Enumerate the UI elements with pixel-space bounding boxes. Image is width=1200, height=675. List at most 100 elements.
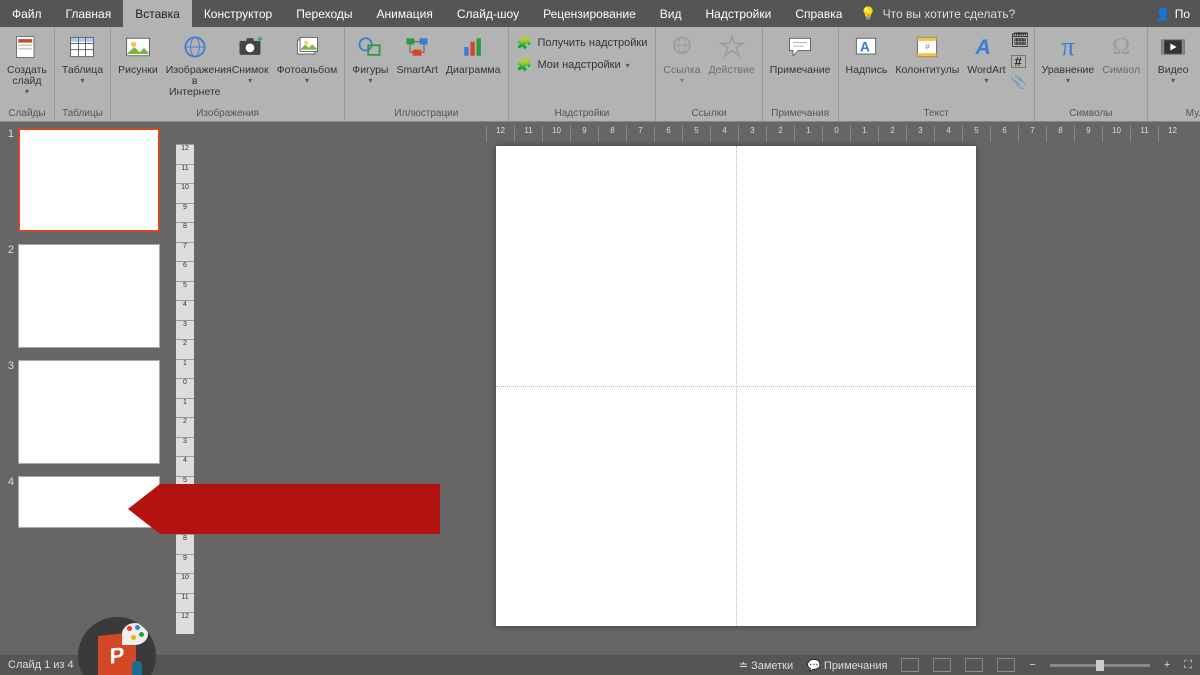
shapes-icon xyxy=(354,31,386,63)
thumb-number: 4 xyxy=(4,476,14,528)
object-icon[interactable]: 📎 xyxy=(1011,74,1030,90)
tab-insert[interactable]: Вставка xyxy=(123,0,192,27)
photo-album-label: Фотоальбом xyxy=(277,65,338,76)
shapes-button[interactable]: Фигуры ▾ xyxy=(349,29,391,87)
tab-animations[interactable]: Анимация xyxy=(365,0,445,27)
wordart-button[interactable]: A WordArt ▾ xyxy=(964,29,1008,87)
header-footer-button[interactable]: # Колонтитулы xyxy=(892,29,962,78)
view-normal-button[interactable] xyxy=(901,658,919,672)
tab-review[interactable]: Рецензирование xyxy=(531,0,648,27)
get-addins-label: Получить надстройки xyxy=(538,37,648,49)
slide-thumbnails: 1 2 3 4 xyxy=(0,122,168,655)
notes-button[interactable]: ≐ Заметки xyxy=(739,659,793,672)
equation-icon: π xyxy=(1052,31,1084,63)
tab-view[interactable]: Вид xyxy=(648,0,694,27)
new-slide-icon xyxy=(11,31,43,63)
palette-icon xyxy=(122,623,148,645)
tab-slideshow[interactable]: Слайд-шоу xyxy=(445,0,531,27)
link-label: Ссылка xyxy=(663,65,700,76)
group-illustrations: Фигуры ▾ SmartArt Диаграмма Иллюстрации xyxy=(345,27,508,121)
fit-to-window-button[interactable]: ⛶ xyxy=(1184,659,1192,672)
online-pictures-icon xyxy=(179,31,211,63)
equation-button[interactable]: π Уравнение ▾ xyxy=(1039,29,1098,87)
horizontal-ruler: 1211109876543210123456789101112 xyxy=(486,126,1186,142)
video-icon xyxy=(1157,31,1189,63)
table-button[interactable]: Таблица ▾ xyxy=(59,29,106,87)
tell-me-search[interactable]: 💡 Что вы хотите сделать? xyxy=(860,0,1015,27)
zoom-slider[interactable] xyxy=(1050,664,1150,667)
pictures-icon xyxy=(122,31,154,63)
canvas-area[interactable]: 1211109876543210123456789101112 xyxy=(196,122,1200,655)
action-icon xyxy=(716,31,748,63)
online-pictures-button[interactable]: Изображения в Интернете xyxy=(163,29,227,100)
tab-file[interactable]: Файл xyxy=(0,0,54,27)
slide-number-icon[interactable]: # xyxy=(1011,55,1026,68)
group-links-label: Ссылки xyxy=(660,107,757,121)
tab-addins[interactable]: Надстройки xyxy=(693,0,783,27)
chart-label: Диаграмма xyxy=(446,65,501,76)
video-button[interactable]: Видео ▾ xyxy=(1152,29,1194,87)
chart-button[interactable]: Диаграмма xyxy=(443,29,504,78)
group-symbols: π Уравнение ▾ Ω Символ Символы xyxy=(1035,27,1148,121)
group-slides-label: Слайды xyxy=(4,107,50,121)
status-slide-count: Слайд 1 из 4 xyxy=(8,659,74,671)
date-time-icon[interactable]: 🗓 xyxy=(1011,31,1030,49)
annotation-arrow xyxy=(128,484,440,534)
get-addins-button[interactable]: 🧩 Получить надстройки xyxy=(513,33,652,53)
guide-horizontal xyxy=(496,386,976,387)
zoom-in-button[interactable]: + xyxy=(1164,659,1170,671)
tab-transitions[interactable]: Переходы xyxy=(284,0,364,27)
smartart-icon xyxy=(401,31,433,63)
photo-album-icon xyxy=(291,31,323,63)
audio-button[interactable]: 🔊 Звук ▾ xyxy=(1196,29,1200,87)
thumb-number: 2 xyxy=(4,244,14,348)
slide-canvas[interactable] xyxy=(496,146,976,626)
thumbnail-2[interactable] xyxy=(18,244,160,348)
screenshot-button[interactable]: + Снимок ▾ xyxy=(229,29,272,87)
my-addins-button[interactable]: 🧩 Мои надстройки ▾ xyxy=(513,55,652,75)
svg-text:#: # xyxy=(926,43,931,52)
textbox-icon: A xyxy=(850,31,882,63)
table-icon xyxy=(66,31,98,63)
vertical-ruler: 1211109876543210123456789101112 xyxy=(168,122,196,655)
figure-icon xyxy=(132,661,142,675)
view-slideshow-button[interactable] xyxy=(997,658,1015,672)
group-comments: Примечание Примечания xyxy=(763,27,839,121)
symbol-button: Ω Символ xyxy=(1099,29,1143,78)
chevron-down-icon: ▾ xyxy=(25,87,29,96)
pictures-button[interactable]: Рисунки xyxy=(115,29,161,78)
tab-home[interactable]: Главная xyxy=(54,0,124,27)
editor-area: 1 2 3 4 1211109876543210123456789101112 … xyxy=(0,122,1200,655)
comments-button[interactable]: 💬 Примечания xyxy=(807,659,887,672)
thumb-number: 1 xyxy=(4,128,14,232)
group-media-label: Мультимедиа xyxy=(1152,107,1200,121)
chevron-down-icon: ▾ xyxy=(984,76,988,85)
wordart-label: WordArt xyxy=(967,65,1005,76)
thumbnail-3[interactable] xyxy=(18,360,160,464)
photo-album-button[interactable]: Фотоальбом ▾ xyxy=(274,29,341,87)
smartart-button[interactable]: SmartArt xyxy=(393,29,440,78)
thumbnail-1[interactable] xyxy=(18,128,160,232)
tell-me-label: Что вы хотите сделать? xyxy=(883,7,1016,21)
ribbon: Создать слайд ▾ Слайды Таблица ▾ Таблицы xyxy=(0,27,1200,122)
user-account[interactable]: 👤 По xyxy=(1146,0,1200,27)
new-slide-label: Создать слайд xyxy=(7,65,47,87)
symbol-icon: Ω xyxy=(1105,31,1137,63)
new-slide-button[interactable]: Создать слайд ▾ xyxy=(4,29,50,98)
tab-design[interactable]: Конструктор xyxy=(192,0,284,27)
my-addins-label: Мои надстройки xyxy=(538,59,621,71)
textbox-button[interactable]: A Надпись xyxy=(843,29,891,78)
chevron-down-icon: ▾ xyxy=(680,76,684,85)
thumb-number: 3 xyxy=(4,360,14,464)
online-pictures-label: Изображения в Интернете xyxy=(166,65,224,98)
comment-button[interactable]: Примечание xyxy=(767,29,834,78)
chevron-down-icon: ▾ xyxy=(305,76,309,85)
view-sorter-button[interactable] xyxy=(933,658,951,672)
view-reading-button[interactable] xyxy=(965,658,983,672)
tab-help[interactable]: Справка xyxy=(783,0,854,27)
group-images-label: Изображения xyxy=(115,107,340,121)
group-addins: 🧩 Получить надстройки 🧩 Мои надстройки ▾… xyxy=(509,27,657,121)
zoom-out-button[interactable]: − xyxy=(1029,659,1035,671)
chevron-down-icon: ▾ xyxy=(80,76,84,85)
svg-text:+: + xyxy=(257,34,263,46)
